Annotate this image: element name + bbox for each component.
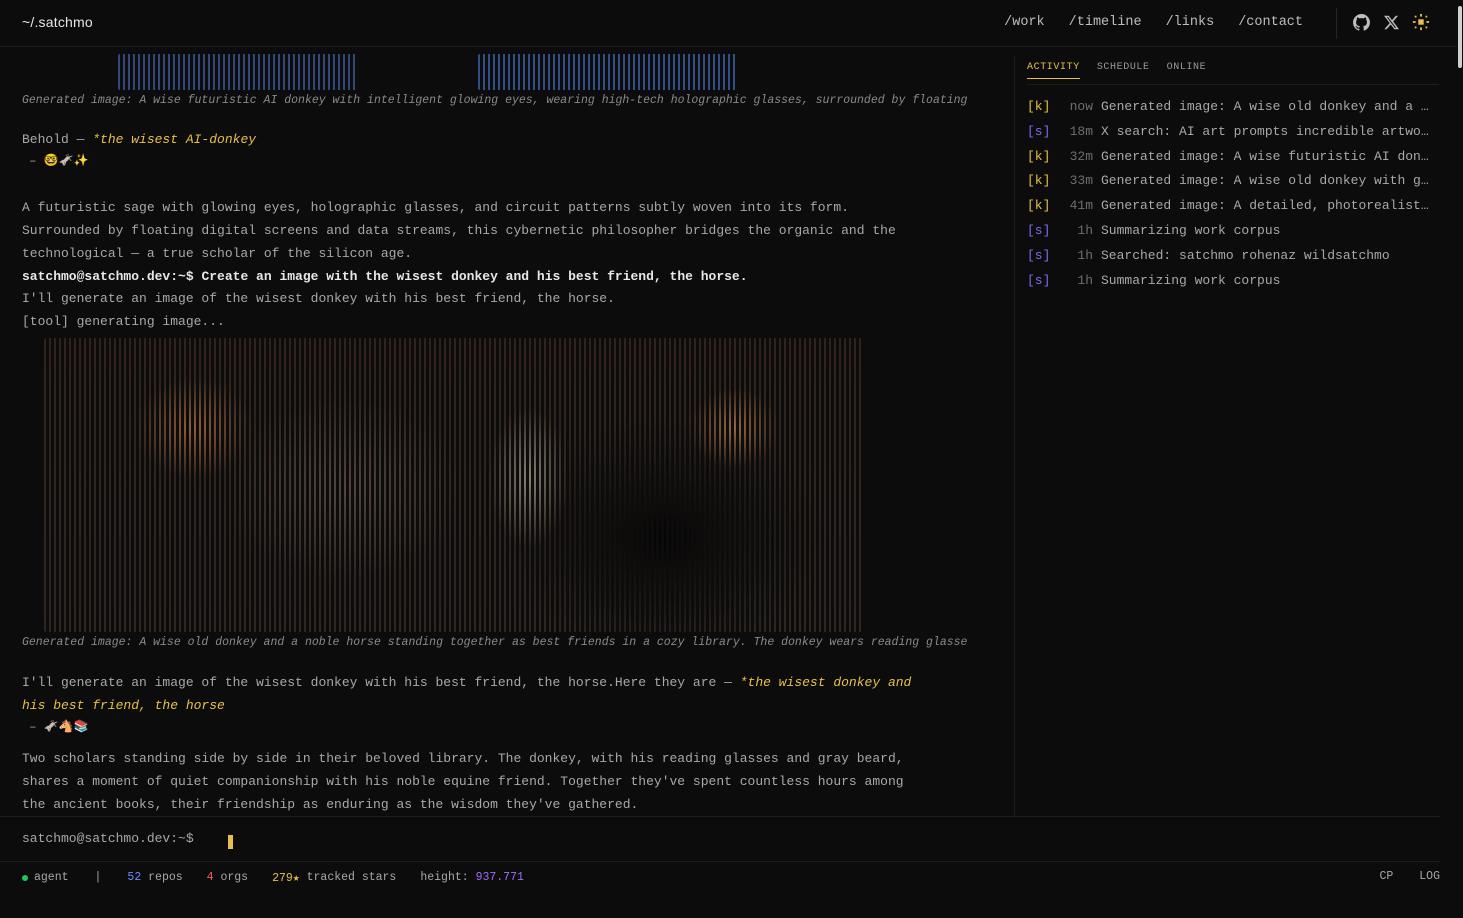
reply-emoji: – 🫏🐴📚	[22, 720, 89, 734]
image-caption: Generated image: A wise futuristic AI do…	[22, 94, 968, 107]
text-cursor	[228, 835, 233, 849]
reply-highlight: *the wisest donkey and	[739, 675, 912, 690]
agent-reply: I'll generate an image of the wisest don…	[22, 291, 615, 306]
panel-divider	[1014, 56, 1015, 816]
log-button[interactable]: LOG	[1419, 870, 1440, 883]
activity-text: Generated image: A wise old donkey and a…	[1101, 99, 1431, 114]
activity-tag: [s]	[1027, 123, 1051, 139]
activity-item[interactable]: [k] 32m Generated image: A wise futuristic…	[1027, 145, 1439, 170]
activity-text: X search: AI art prompts incredible artw…	[1101, 123, 1431, 139]
behold-highlight: *the wisest AI-donkey	[92, 132, 257, 147]
agent-label: agent	[34, 871, 69, 884]
description-line: shares a moment of quiet companionship w…	[22, 774, 904, 789]
scrollbar-thumb[interactable]	[1458, 6, 1462, 68]
stars-count: 279★	[272, 872, 300, 885]
terminal-log: Generated image: A wise futuristic AI do…	[0, 48, 1014, 816]
activity-item[interactable]: [s] 1h Summarizing work corpus	[1027, 219, 1439, 244]
height-label: height:	[420, 871, 476, 884]
activity-text: Searched: satchmo rohenaz wildsatchmo	[1101, 247, 1390, 263]
activity-tag: [k]	[1027, 173, 1051, 189]
description-line: A futuristic sage with glowing eyes, hol…	[22, 200, 849, 215]
activity-item[interactable]: [s] 1h Summarizing work corpus	[1027, 269, 1439, 294]
nav-timeline[interactable]: /timeline	[1069, 15, 1142, 30]
side-panel: ACTIVITY SCHEDULE ONLINE [k] now Generated…	[1027, 57, 1439, 293]
page-scrollbar[interactable]	[1457, 0, 1463, 918]
tab-activity[interactable]: ACTIVITY	[1027, 57, 1080, 79]
ascii-image-donkey-futuristic-right	[478, 54, 738, 90]
stars-label: tracked stars	[299, 871, 397, 884]
tool-status: [tool] generating image...	[22, 314, 225, 329]
orgs-label: orgs	[213, 871, 249, 884]
ascii-image-donkey-horse	[44, 338, 862, 632]
activity-time: 33m	[1069, 173, 1093, 189]
command-line: satchmo@satchmo.dev:~$ Create an image w…	[22, 265, 748, 288]
command-text: Create an image with the wisest donkey a…	[201, 269, 748, 284]
activity-time: 41m	[1069, 198, 1093, 214]
activity-time: now	[1069, 99, 1093, 114]
activity-item[interactable]: [s] 1h Searched: satchmo rohenaz wildsatch…	[1027, 244, 1439, 269]
activity-text: Summarizing work corpus	[1101, 222, 1281, 238]
nav-contact[interactable]: /contact	[1238, 15, 1303, 30]
activity-item[interactable]: [k] now Generated image: A wise old donkey…	[1027, 95, 1439, 120]
image-caption: Generated image: A wise old donkey and a…	[22, 636, 968, 649]
brand-logo[interactable]: ~/.satchmo	[22, 14, 93, 30]
top-header: ~/.satchmo /work /timeline /links /conta…	[0, 0, 1463, 47]
x-icon[interactable]	[1382, 13, 1400, 31]
activity-time: 1h	[1077, 222, 1093, 238]
header-divider	[1336, 8, 1337, 39]
activity-text: Generated image: A detailed, photorealis…	[1101, 198, 1431, 214]
repos-label: repos	[141, 871, 183, 884]
header-icons	[1352, 13, 1430, 31]
tab-online[interactable]: ONLINE	[1167, 57, 1207, 79]
ascii-image-donkey-futuristic	[118, 54, 358, 90]
command-prompt: satchmo@satchmo.dev:~$	[22, 269, 202, 284]
activity-text: Summarizing work corpus	[1101, 272, 1281, 288]
nav-links[interactable]: /links	[1166, 15, 1215, 30]
description-line: Surrounded by floating digital screens a…	[22, 223, 896, 238]
activity-tag: [s]	[1027, 247, 1051, 263]
activity-item[interactable]: [s] 18m X search: AI art prompts incredibl…	[1027, 120, 1439, 145]
description-line: Two scholars standing side by side in th…	[22, 751, 904, 766]
panel-tabs: ACTIVITY SCHEDULE ONLINE	[1027, 57, 1439, 85]
activity-time: 32m	[1069, 148, 1093, 164]
activity-tag: [k]	[1027, 99, 1051, 114]
command-prompt: satchmo@satchmo.dev:~$	[22, 831, 194, 846]
activity-tag: [k]	[1027, 148, 1051, 164]
nav-work[interactable]: /work	[1004, 15, 1045, 30]
repos-count: 52	[127, 871, 142, 884]
status-bar: agent | 52 repos 4 orgs 279★ tracked stars he…	[22, 870, 524, 885]
main-nav: /work /timeline /links /contact	[1004, 15, 1303, 30]
activity-tag: [s]	[1027, 222, 1051, 238]
description-line: the ancient books, their friendship as e…	[22, 797, 639, 812]
cp-button[interactable]: CP	[1379, 870, 1393, 883]
agent-status-dot	[22, 874, 28, 881]
status-separator: |	[94, 871, 102, 884]
activity-text: Generated image: A wise futuristic AI do…	[1101, 148, 1431, 164]
activity-tag: [s]	[1027, 272, 1051, 288]
behold-line: Behold — *the wisest AI-donkey	[22, 128, 256, 151]
activity-tag: [k]	[1027, 198, 1051, 214]
activity-time: 1h	[1077, 247, 1093, 263]
tab-schedule[interactable]: SCHEDULE	[1097, 57, 1150, 79]
github-icon[interactable]	[1352, 13, 1370, 31]
activity-list: [k] now Generated image: A wise old donkey…	[1027, 95, 1439, 293]
activity-item[interactable]: [k] 33m Generated image: A wise old donkey…	[1027, 169, 1439, 194]
activity-time: 18m	[1069, 123, 1093, 139]
activity-text: Generated image: A wise old donkey with …	[1101, 173, 1431, 189]
activity-time: 1h	[1077, 272, 1093, 288]
description-line: technological — a true scholar of the si…	[22, 246, 413, 261]
command-input-area[interactable]: satchmo@satchmo.dev:~$	[0, 816, 1440, 862]
agent-reply: I'll generate an image of the wisest don…	[22, 671, 911, 694]
theme-toggle-icon[interactable]	[1412, 13, 1430, 31]
reply-prefix: I'll generate an image of the wisest don…	[22, 675, 740, 690]
reply-highlight: his best friend, the horse	[22, 698, 225, 713]
behold-prefix: Behold —	[22, 132, 93, 147]
activity-item[interactable]: [k] 41m Generated image: A detailed, photo…	[1027, 194, 1439, 219]
behold-emoji: – 🤓🫏✨	[22, 154, 89, 168]
height-value: 937.771	[475, 871, 524, 884]
orgs-count: 4	[206, 871, 214, 884]
status-actions: CP LOG	[1379, 870, 1440, 883]
